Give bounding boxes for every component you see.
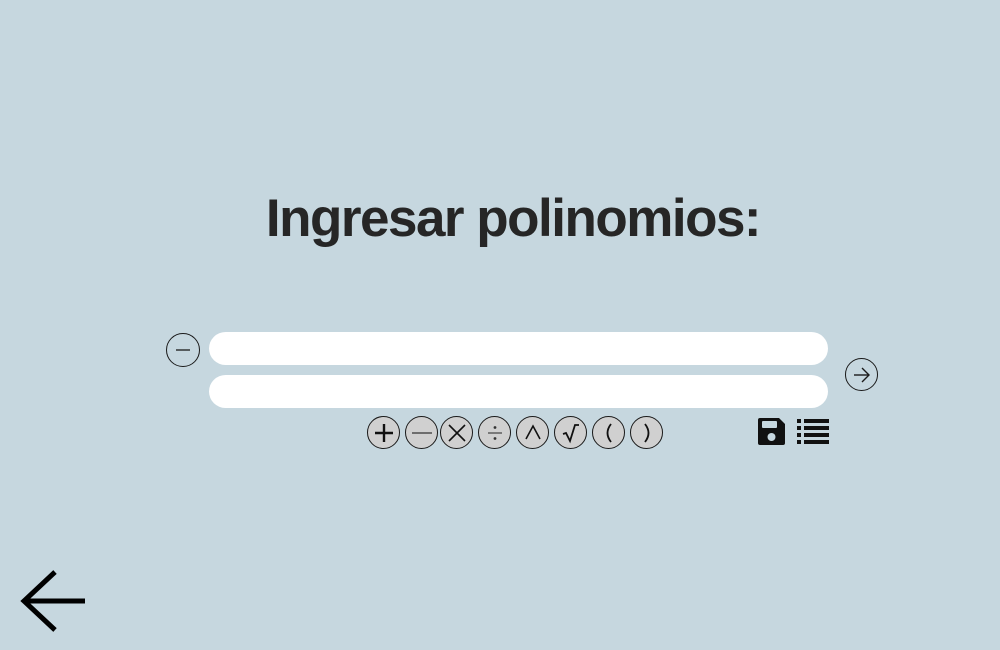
close-paren-button[interactable] xyxy=(630,416,663,449)
minus-icon xyxy=(411,431,432,434)
polynomial-input-2[interactable] xyxy=(209,375,828,408)
page-title: Ingresar polinomios: xyxy=(265,189,762,248)
caret-icon xyxy=(524,423,541,439)
sqrt-button[interactable] xyxy=(554,416,587,449)
power-button[interactable] xyxy=(516,416,549,449)
polynomial-input-1[interactable] xyxy=(209,332,828,365)
multiply-button[interactable] xyxy=(440,416,473,449)
list-icon[interactable] xyxy=(797,418,829,444)
plus-button[interactable] xyxy=(367,416,400,449)
arrow-right-circle-icon xyxy=(853,367,870,382)
divide-button[interactable] xyxy=(478,416,511,449)
plus-icon xyxy=(374,423,393,442)
remove-polynomial-button[interactable] xyxy=(166,333,200,367)
submit-button[interactable] xyxy=(845,358,878,391)
sqrt-icon xyxy=(562,423,579,443)
open-paren-button[interactable] xyxy=(592,416,625,449)
divide-icon xyxy=(487,425,502,440)
polynomial-entry-screen: Ingresar polinomios: xyxy=(0,0,1000,650)
save-icon[interactable] xyxy=(756,416,787,447)
multiply-icon xyxy=(447,423,466,442)
open-paren-icon xyxy=(606,422,612,443)
minus-button[interactable] xyxy=(405,416,438,449)
arrow-left-icon[interactable] xyxy=(19,568,87,634)
minus-circle-icon xyxy=(176,349,190,351)
close-paren-icon xyxy=(643,422,649,443)
